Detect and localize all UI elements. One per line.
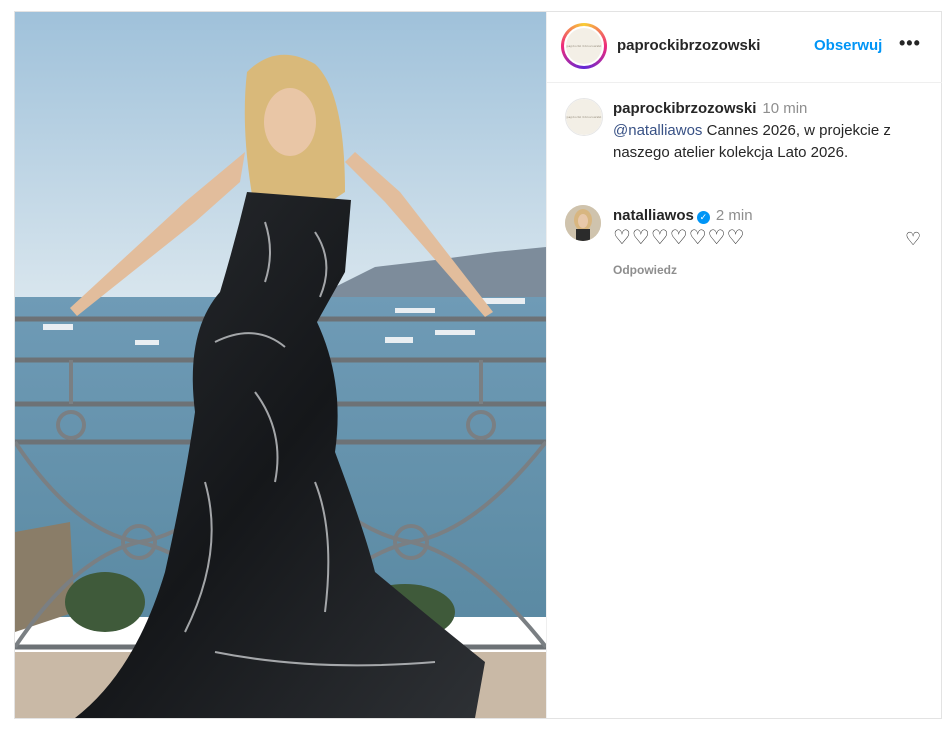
comment-timestamp[interactable]: 2 min xyxy=(716,207,753,224)
commenter-username[interactable]: natalliawos xyxy=(613,207,694,224)
caption-username[interactable]: paprockibrzozowski xyxy=(613,100,756,117)
commenter-avatar[interactable] xyxy=(565,205,601,241)
brand-logo: paprocki brzozowski xyxy=(566,28,602,64)
more-options-icon[interactable]: ••• xyxy=(899,33,921,54)
author-username[interactable]: paprockibrzozowski xyxy=(617,37,760,54)
post-photo[interactable] xyxy=(15,12,546,718)
commenter-photo xyxy=(565,205,601,241)
comment-text: ♡♡♡♡♡♡♡ xyxy=(613,227,746,249)
post-header: paprocki brzozowski paprockibrzozowski O… xyxy=(547,12,942,83)
comment-body: natalliawos ✓ 2 min ♡♡♡♡♡♡♡ Odpowiedz xyxy=(613,205,753,281)
reply-button[interactable]: Odpowiedz xyxy=(613,259,753,281)
caption-author-avatar[interactable]: paprocki brzozowski xyxy=(565,98,603,136)
comment-item: natalliawos ✓ 2 min ♡♡♡♡♡♡♡ Odpowiedz ♡ xyxy=(565,205,935,295)
brand-logo-text: paprocki brzozowski xyxy=(566,44,602,48)
follow-button[interactable]: Obserwuj xyxy=(814,37,882,54)
author-avatar-inner: paprocki brzozowski xyxy=(564,26,604,66)
caption-body: paprockibrzozowski 10 min @natalliawos Ca… xyxy=(613,98,923,164)
caption-brand-logo-text: paprocki brzozowski xyxy=(566,115,602,119)
caption-brand-logo: paprocki brzozowski xyxy=(566,99,602,135)
caption-timestamp[interactable]: 10 min xyxy=(762,100,807,117)
verified-badge-icon: ✓ xyxy=(696,211,710,224)
author-avatar[interactable]: paprocki brzozowski xyxy=(561,23,607,69)
caption-mention-link[interactable]: @natalliawos xyxy=(613,122,702,139)
instagram-post: paprocki brzozowski paprockibrzozowski O… xyxy=(14,11,942,719)
post-side-panel: paprocki brzozowski paprockibrzozowski O… xyxy=(546,12,942,718)
comment-like-heart-icon[interactable]: ♡ xyxy=(905,229,921,250)
photo-woman-black-gown-balcony xyxy=(15,12,546,718)
